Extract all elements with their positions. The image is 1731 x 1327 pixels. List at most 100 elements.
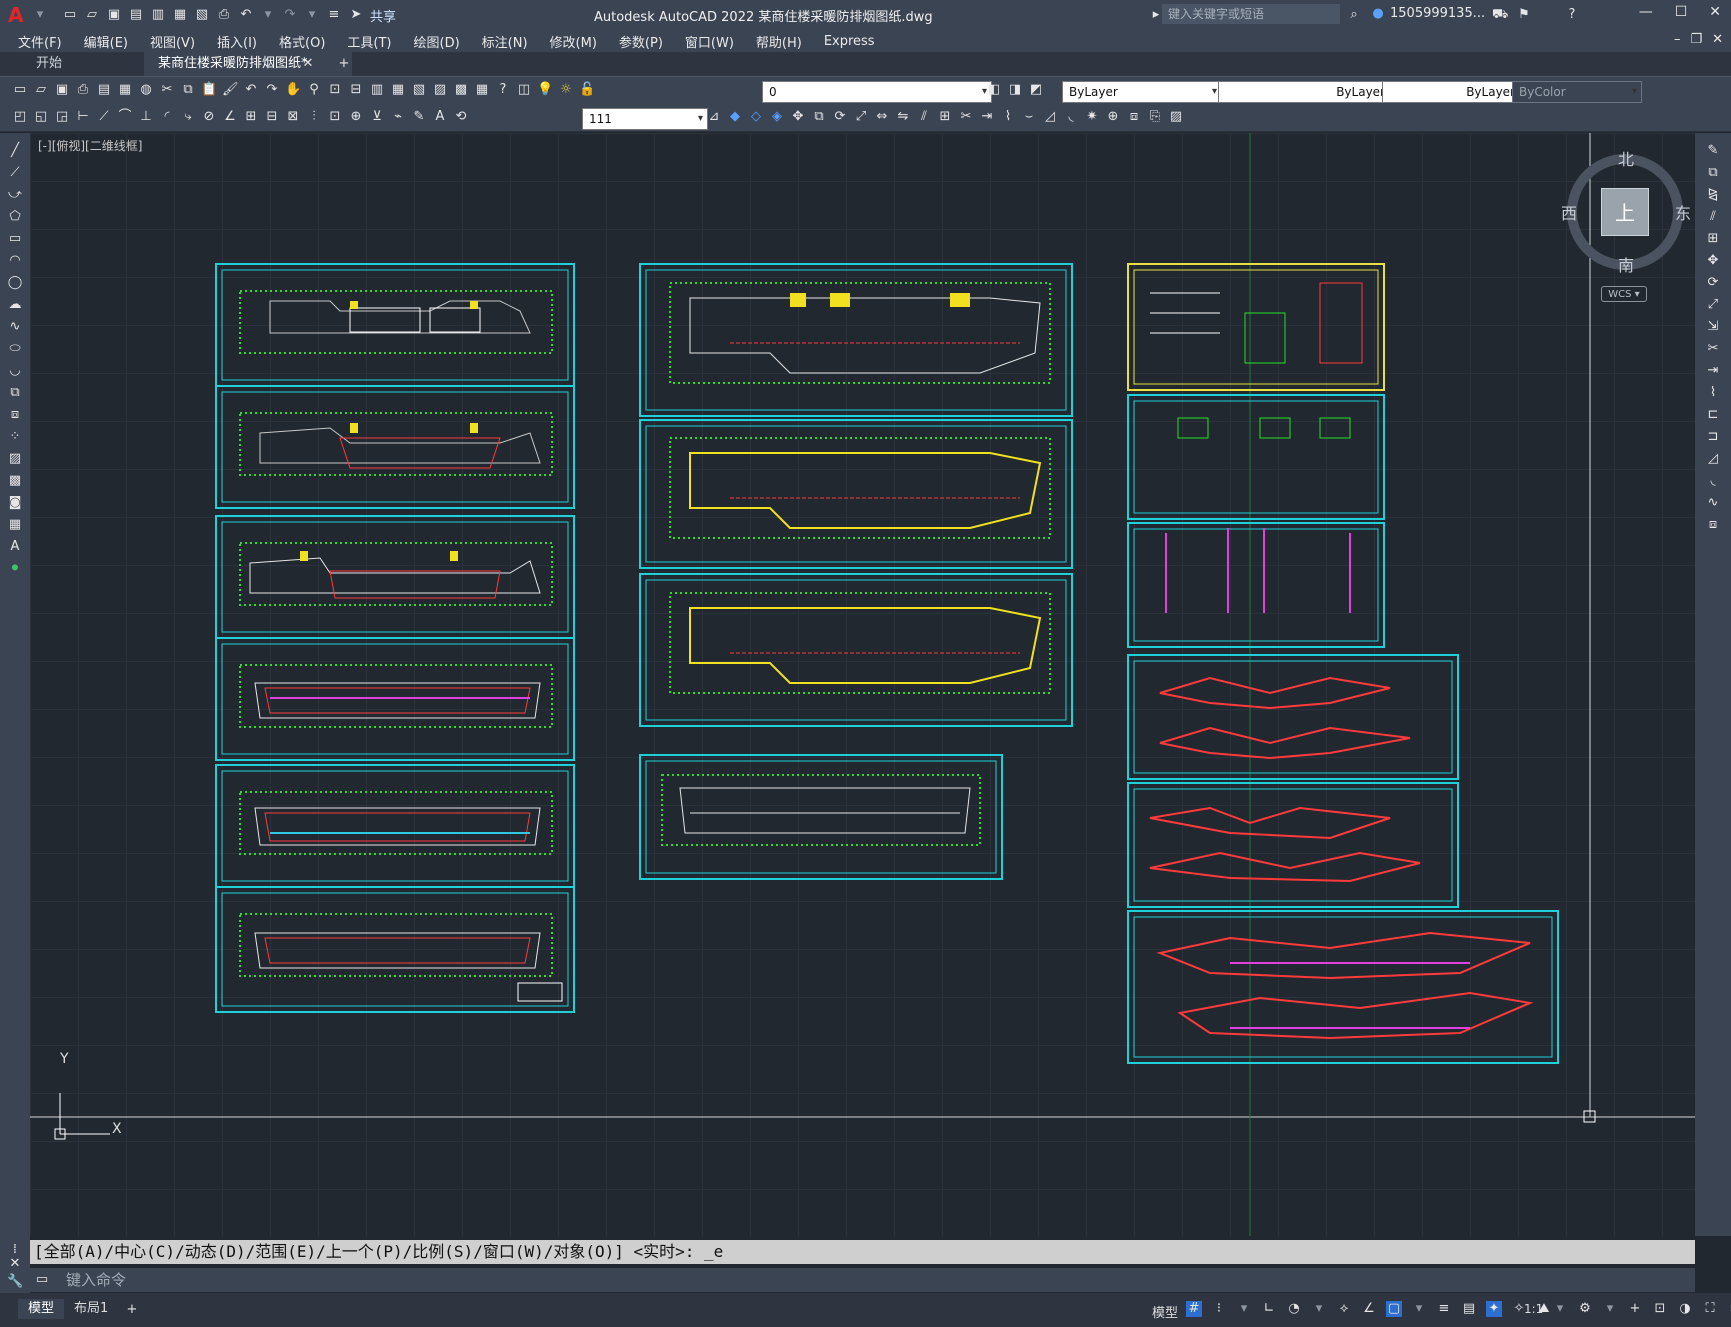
construction-line-icon[interactable]: ⟋ [7, 165, 23, 181]
explode-modify-icon[interactable]: ⧈ [1705, 517, 1721, 533]
cut-icon[interactable]: ✂ [159, 82, 175, 98]
qnew-icon[interactable]: ▭ [12, 82, 28, 98]
arc-length-icon[interactable]: ⌒ [117, 109, 133, 125]
open-file-icon[interactable]: ▱ [84, 7, 100, 23]
save-toolbar-icon[interactable]: ▣ [54, 82, 70, 98]
aligned-dim-icon[interactable]: ⟋ [96, 109, 112, 125]
workspace-gear-icon[interactable]: ⚙ [1577, 1301, 1593, 1317]
mirror-modify-icon[interactable]: ⧎ [1705, 187, 1721, 203]
layer-lock-icon[interactable]: 🔓 [579, 82, 595, 98]
share-button[interactable]: 共享 [370, 6, 396, 25]
lineweight-icon[interactable]: ≡ [1436, 1301, 1452, 1317]
copy-icon[interactable]: ⧉ [180, 82, 196, 98]
stretch-modify-icon[interactable]: ⇲ [1705, 319, 1721, 335]
rotate-modify-icon[interactable]: ⟳ [1705, 275, 1721, 291]
rectangle-icon[interactable]: ▭ [7, 231, 23, 247]
gradient-icon[interactable]: ▩ [7, 473, 23, 489]
join-modify-icon[interactable]: ⊐ [1705, 429, 1721, 445]
dim-text-edit-icon[interactable]: A [432, 109, 448, 125]
ellipse-arc-icon[interactable]: ◡ [7, 363, 23, 379]
inspection-icon[interactable]: ⊻ [369, 109, 385, 125]
units-icon[interactable]: ⊡ [1652, 1301, 1668, 1317]
object-snap-tracking-icon[interactable]: ∠ [1361, 1301, 1377, 1317]
table-icon[interactable]: ▦ [7, 517, 23, 533]
angular-dim-icon[interactable]: ∠ [222, 109, 238, 125]
mirror-icon[interactable]: ⇋ [895, 109, 911, 125]
mtext-icon[interactable]: A [7, 539, 23, 555]
chamfer-modify-icon[interactable]: ◿ [1705, 451, 1721, 467]
menu-parametric[interactable]: 参数(P) [619, 32, 663, 51]
redo-toolbar-icon[interactable]: ↷ [264, 82, 280, 98]
paste-icon[interactable]: 📋 [201, 82, 217, 98]
spline-icon[interactable]: ∿ [7, 319, 23, 335]
design-center-icon[interactable]: ▦ [390, 82, 406, 98]
color-dropdown[interactable]: ByLayer ▾ [1062, 81, 1222, 103]
object-snap-icon[interactable]: ▢ [1386, 1301, 1402, 1317]
trim-modify-icon[interactable]: ✂ [1705, 341, 1721, 357]
close-tab-icon[interactable]: ✕ [300, 56, 316, 72]
pan-icon[interactable]: ✋ [285, 82, 301, 98]
erase-icon[interactable]: ✎ [1705, 143, 1721, 159]
layer-properties-icon[interactable]: ◫ [516, 82, 532, 98]
model-space-button[interactable]: 模型 [1152, 1302, 1178, 1321]
rotate-icon[interactable]: ⟳ [832, 109, 848, 125]
arc-icon[interactable]: ◠ [7, 253, 23, 269]
3d-print-icon[interactable]: ◍ [138, 82, 154, 98]
linear-dim-icon[interactable]: ⊢ [75, 109, 91, 125]
chamfer-icon[interactable]: ◿ [1042, 109, 1058, 125]
tolerance-icon[interactable]: ⊡ [327, 109, 343, 125]
join-icon[interactable]: ⌣ [1021, 109, 1037, 125]
command-line-handle[interactable]: ⁞ ✕ 🔧 [0, 1236, 30, 1293]
view-front-icon[interactable]: ◆ [727, 109, 743, 125]
undo-icon[interactable]: ↶ [238, 7, 254, 23]
menu-help[interactable]: 帮助(H) [756, 32, 802, 51]
autodesk-app-icon[interactable]: ⚑ [1516, 7, 1532, 23]
maximize-button[interactable]: ☐ [1675, 4, 1688, 20]
revision-cloud-icon[interactable]: ☁ [7, 297, 23, 313]
plot-icon[interactable]: ⎙ [75, 82, 91, 98]
point-icon[interactable]: ⁘ [7, 429, 23, 445]
publish-icon[interactable]: ▦ [172, 7, 188, 23]
dim-edit-icon[interactable]: ✎ [411, 109, 427, 125]
osnap-dropdown-icon[interactable]: ▾ [1411, 1301, 1427, 1317]
offset-modify-icon[interactable]: ⫽ [1705, 209, 1721, 225]
user-name[interactable]: 1505999135... [1390, 6, 1485, 21]
redo-dropdown-icon[interactable]: ▾ [304, 7, 320, 23]
grid-toggle-icon[interactable]: # [1186, 1301, 1202, 1317]
ellipse-icon[interactable]: ⬭ [7, 341, 23, 357]
layer-state-icon[interactable]: ◩ [1028, 82, 1044, 98]
layer-previous-icon[interactable]: ◨ [1007, 82, 1023, 98]
share-icon[interactable]: ➤ [348, 7, 364, 23]
tab-model[interactable]: 模型 [18, 1299, 65, 1319]
dim-style-icon[interactable]: ⊿ [706, 109, 722, 125]
isolate-objects-icon[interactable]: ◑ [1677, 1301, 1693, 1317]
fillet-modify-icon[interactable]: ◟ [1705, 473, 1721, 489]
break-icon[interactable]: ⌇ [1000, 109, 1016, 125]
attach-icon[interactable]: ⎘ [1147, 109, 1163, 125]
radius-dim-icon[interactable]: ◜ [159, 109, 175, 125]
add-layout-icon[interactable]: + [124, 1302, 140, 1318]
close-command-icon[interactable]: ✕ [7, 1256, 23, 1272]
snap-dropdown-icon[interactable]: ▾ [1236, 1301, 1252, 1317]
search-icon[interactable]: ⌕ [1346, 7, 1362, 23]
menu-draw[interactable]: 绘图(D) [414, 32, 460, 51]
customization-icon[interactable]: ≡ [1727, 1301, 1731, 1317]
markup-icon[interactable]: ▩ [453, 82, 469, 98]
annotation-monitor-icon[interactable]: + [1627, 1301, 1643, 1317]
polyline-icon[interactable]: ⤻ [7, 187, 23, 203]
compass-north[interactable]: 北 [1618, 146, 1634, 170]
make-block-icon[interactable]: ⧈ [7, 407, 23, 423]
explode-icon[interactable]: ✷ [1084, 109, 1100, 125]
calculator-icon[interactable]: ▦ [474, 82, 490, 98]
dim-space-icon[interactable]: ⫶ [306, 109, 322, 125]
menu-insert[interactable]: 插入(I) [217, 32, 257, 51]
menu-format[interactable]: 格式(O) [279, 32, 325, 51]
zoom-window-icon[interactable]: ⊡ [327, 82, 343, 98]
move-icon[interactable]: ✥ [790, 109, 806, 125]
copy-object-icon[interactable]: ⧉ [811, 109, 827, 125]
layer-on-icon[interactable]: 💡 [537, 82, 553, 98]
jogged-dim-icon[interactable]: ⤷ [180, 109, 196, 125]
fillet-icon[interactable]: ◟ [1063, 109, 1079, 125]
group-icon[interactable]: ◱ [33, 109, 49, 125]
tool-palettes-icon[interactable]: ▧ [411, 82, 427, 98]
